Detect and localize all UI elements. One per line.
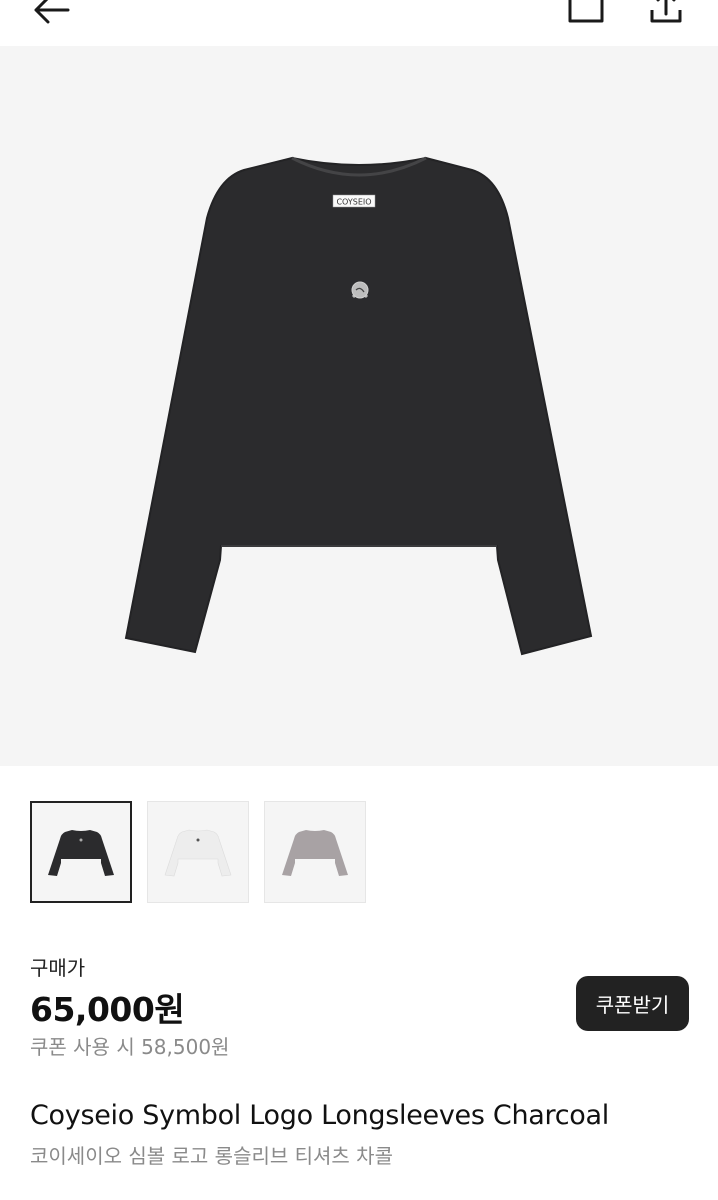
thumbnail-charcoal[interactable] [30,801,132,903]
top-bar [0,0,718,46]
thumbnail-white[interactable] [147,801,249,903]
cart-button[interactable] [564,0,608,34]
product-subtitle: 코이세이오 심볼 로고 롱슬리브 티셔츠 차콜 [30,1144,393,1168]
thumbnail-taupe[interactable] [264,801,366,903]
price-label: 구매가 [30,956,86,980]
shirt-tag-label: COYSEIO [336,198,371,207]
shopping-bag-icon [564,0,608,36]
coupon-price: 쿠폰 사용 시 58,500원 [30,1035,230,1059]
share-button[interactable] [644,0,688,34]
back-button[interactable] [28,0,72,34]
arrow-left-icon [28,0,72,36]
product-title: Coyseio Symbol Logo Longsleeves Charcoal [30,1100,609,1131]
share-icon [644,0,688,36]
color-thumbnails [30,801,366,903]
price: 65,000원 [30,990,185,1029]
get-coupon-button[interactable]: 쿠폰받기 [576,976,689,1031]
product-image[interactable]: COYSEIO [0,46,718,766]
